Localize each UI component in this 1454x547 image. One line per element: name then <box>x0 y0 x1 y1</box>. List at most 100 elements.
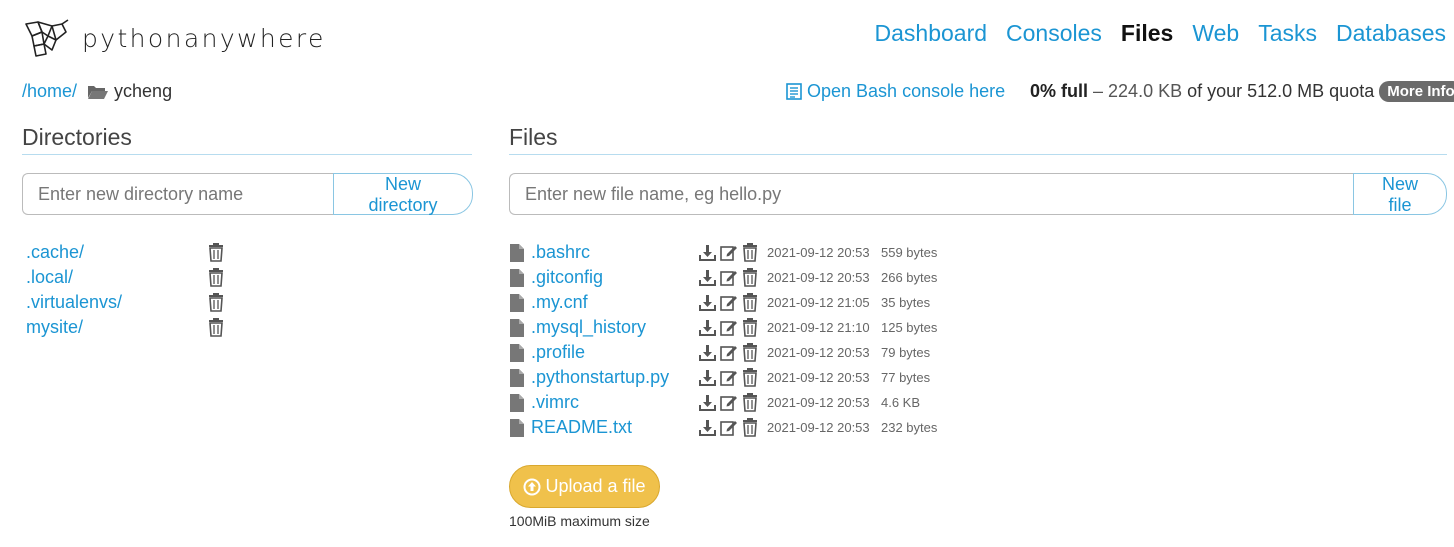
edit-icon[interactable] <box>720 394 738 411</box>
file-actions <box>699 268 767 287</box>
upload-circle-icon <box>523 478 541 495</box>
logo[interactable]: pythonanywhere <box>22 18 326 58</box>
upload-label: Upload a file <box>545 476 646 496</box>
table-row: .bashrc 2021-09-12 20:53 559 bytes <box>510 240 937 265</box>
trash-icon[interactable] <box>208 243 224 262</box>
download-icon[interactable] <box>699 319 716 336</box>
new-directory-button[interactable]: New directory <box>333 173 473 215</box>
quota-info: 0% full – 224.0 KB of your 512.0 MB quot… <box>1030 81 1454 102</box>
trash-icon[interactable] <box>742 318 758 337</box>
edit-icon[interactable] <box>720 369 738 386</box>
open-folder-icon <box>87 83 109 100</box>
list-item: .virtualenvs/ <box>26 290 224 315</box>
directory-link[interactable]: .local/ <box>26 267 208 288</box>
trash-icon[interactable] <box>742 243 758 262</box>
trash-icon[interactable] <box>742 293 758 312</box>
file-size: 266 bytes <box>881 270 938 285</box>
trash-icon[interactable] <box>208 268 224 287</box>
new-file-group: New file <box>509 173 1447 215</box>
nav-dashboard[interactable]: Dashboard <box>875 20 988 47</box>
upload-size-note: 100MiB maximum size <box>509 513 650 529</box>
breadcrumb-current: ycheng <box>114 81 173 101</box>
files-divider <box>509 154 1447 155</box>
new-directory-input[interactable] <box>22 173 333 215</box>
file-link[interactable]: .my.cnf <box>531 292 699 313</box>
table-row: .vimrc 2021-09-12 20:53 4.6 KB <box>510 390 937 415</box>
nav-tasks[interactable]: Tasks <box>1258 20 1317 47</box>
quota-total: of your 512.0 MB quota <box>1187 81 1375 101</box>
file-size: 77 bytes <box>881 370 931 385</box>
breadcrumb: /home/ ycheng <box>22 81 172 102</box>
file-actions <box>699 393 767 412</box>
download-icon[interactable] <box>699 369 716 386</box>
edit-icon[interactable] <box>720 419 738 436</box>
file-link[interactable]: README.txt <box>531 417 699 438</box>
nav-web[interactable]: Web <box>1192 20 1239 47</box>
logo-text: pythonanywhere <box>82 23 326 53</box>
console-icon <box>786 83 802 100</box>
trash-icon[interactable] <box>208 293 224 312</box>
file-icon <box>510 293 531 312</box>
quota-dash: – <box>1093 81 1104 101</box>
file-modified-date: 2021-09-12 20:53 <box>767 370 870 385</box>
file-icon <box>510 243 531 262</box>
quota-used: 224.0 KB <box>1108 81 1183 101</box>
nav-consoles[interactable]: Consoles <box>1006 20 1102 47</box>
directory-list: .cache/ .local/ .virtualenvs/ mysite/ <box>26 240 224 340</box>
upload-file-button[interactable]: Upload a file <box>509 465 660 508</box>
file-actions <box>699 243 767 262</box>
python-snake-logo-icon <box>25 19 69 57</box>
table-row: .pythonstartup.py 2021-09-12 20:53 77 byte… <box>510 365 937 390</box>
new-file-input[interactable] <box>509 173 1353 215</box>
trash-icon[interactable] <box>742 393 758 412</box>
download-icon[interactable] <box>699 394 716 411</box>
trash-icon[interactable] <box>742 368 758 387</box>
trash-icon[interactable] <box>742 268 758 287</box>
edit-icon[interactable] <box>720 244 738 261</box>
file-modified-date: 2021-09-12 21:10 <box>767 320 870 335</box>
table-row: README.txt 2021-09-12 20:53 232 bytes <box>510 415 937 440</box>
list-item: .local/ <box>26 265 224 290</box>
trash-icon[interactable] <box>208 318 224 337</box>
file-size: 35 bytes <box>881 295 931 310</box>
file-icon <box>510 318 531 337</box>
download-icon[interactable] <box>699 344 716 361</box>
file-link[interactable]: .gitconfig <box>531 267 699 288</box>
trash-icon[interactable] <box>742 343 758 362</box>
file-link[interactable]: .mysql_history <box>531 317 699 338</box>
file-link[interactable]: .profile <box>531 342 699 363</box>
directory-link[interactable]: .cache/ <box>26 242 208 263</box>
edit-icon[interactable] <box>720 319 738 336</box>
more-info-button[interactable]: More Info <box>1379 81 1454 102</box>
directory-link[interactable]: mysite/ <box>26 317 208 338</box>
edit-icon[interactable] <box>720 344 738 361</box>
new-file-button[interactable]: New file <box>1353 173 1447 215</box>
file-actions <box>699 343 767 362</box>
file-link[interactable]: .bashrc <box>531 242 699 263</box>
file-modified-date: 2021-09-12 21:05 <box>767 295 870 310</box>
trash-icon[interactable] <box>742 418 758 437</box>
file-modified-date: 2021-09-12 20:53 <box>767 270 870 285</box>
nav-databases[interactable]: Databases <box>1336 20 1446 47</box>
download-icon[interactable] <box>699 269 716 286</box>
file-size: 559 bytes <box>881 245 938 260</box>
directory-link[interactable]: .virtualenvs/ <box>26 292 208 313</box>
file-modified-date: 2021-09-12 20:53 <box>767 420 870 435</box>
open-bash-console-link[interactable]: Open Bash console here <box>786 81 1005 102</box>
file-link[interactable]: .vimrc <box>531 392 699 413</box>
edit-icon[interactable] <box>720 269 738 286</box>
file-actions <box>699 418 767 437</box>
file-size: 232 bytes <box>881 420 938 435</box>
table-row: .gitconfig 2021-09-12 20:53 266 bytes <box>510 265 937 290</box>
file-modified-date: 2021-09-12 20:53 <box>767 395 870 410</box>
download-icon[interactable] <box>699 419 716 436</box>
file-link[interactable]: .pythonstartup.py <box>531 367 699 388</box>
directories-divider <box>22 154 472 155</box>
breadcrumb-home[interactable]: /home/ <box>22 81 77 102</box>
download-icon[interactable] <box>699 294 716 311</box>
file-modified-date: 2021-09-12 20:53 <box>767 345 870 360</box>
edit-icon[interactable] <box>720 294 738 311</box>
file-icon <box>510 343 531 362</box>
nav-files[interactable]: Files <box>1121 20 1173 47</box>
download-icon[interactable] <box>699 244 716 261</box>
